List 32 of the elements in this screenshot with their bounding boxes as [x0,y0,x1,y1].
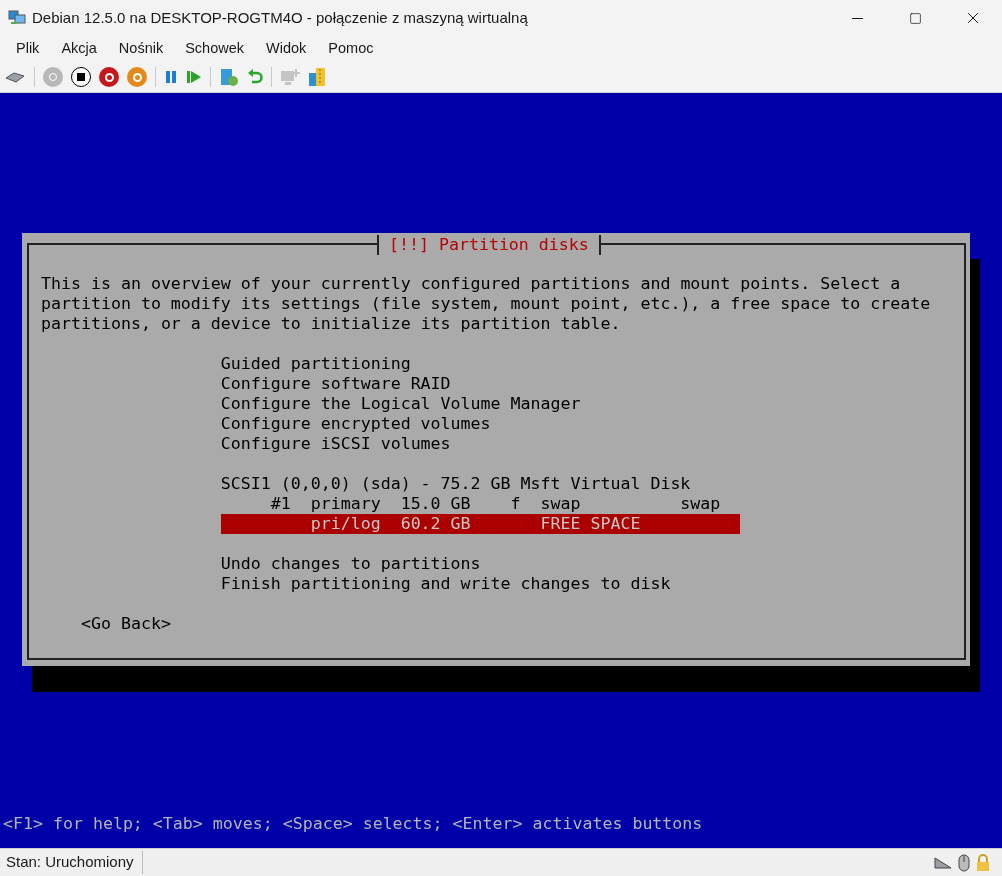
monitor-icon [8,10,26,26]
menu-item[interactable]: Akcja [51,38,107,60]
menu-option[interactable]: Configure encrypted volumes [220,414,741,434]
minimize-icon [851,17,863,19]
window-title: Debian 12.5.0 na DESKTOP-ROGTM4O - połączenie z maszyną wirtualną [32,7,528,28]
status-text: Stan: Uruchomiony [6,851,143,874]
menu-option[interactable]: Configure the Logical Volume Manager [220,394,741,414]
menu-option[interactable]: Guided partitioning [220,354,741,374]
stop-icon[interactable] [71,67,91,87]
menu-item[interactable]: Widok [256,38,317,60]
help-line: <F1> for help; <Tab> moves; <Space> selects; <Enter> activates buttons [3,814,704,834]
menu-option[interactable]: Configure iSCSI volumes [220,434,741,454]
menu-item[interactable]: Schowek [175,38,254,60]
menu-item[interactable]: Plik [6,38,50,60]
disk-label[interactable]: SCSI1 (0,0,0) (sda) - 75.2 GB Msft Virtual Disk [220,474,964,494]
dialog-title: [!!] Partition disks [377,235,601,255]
go-back-button[interactable]: <Go Back> [80,614,171,634]
undo-icon[interactable] [247,69,263,85]
menu-option[interactable]: Finish partitioning and write changes to disk [220,574,741,594]
mouse-icon [958,853,970,872]
partition-row[interactable]: #1 primary 15.0 GB f swap swap [220,494,741,514]
pause-icon[interactable] [164,70,178,84]
menu-option[interactable]: Undo changes to partitions [220,554,741,574]
description: This is an overview of your currently configured partitions and mount points. Select a partition to modify its settings (file system, mount point, etc.), a free space to create partitions, or a device to initialize its partition table. [41,274,932,334]
menu-option[interactable]: Configure software RAID [220,374,741,394]
play-icon[interactable] [186,70,202,84]
menu-item[interactable]: Nośnik [108,38,174,60]
computer-icon[interactable] [280,68,300,86]
maximize-icon [908,11,922,25]
partition-row[interactable]: pri/log 60.2 GB FREE SPACE [220,514,741,534]
menu-item[interactable]: Pomoc [318,38,384,60]
lock-icon [976,853,990,872]
